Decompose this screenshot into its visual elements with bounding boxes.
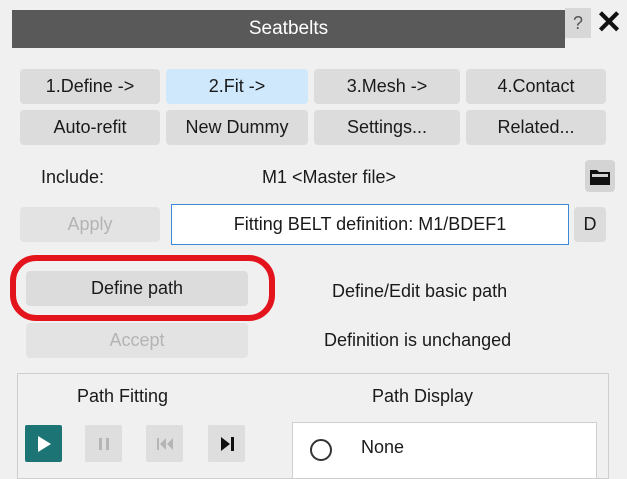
seatbelts-panel: Seatbelts ? ✕ 1.Define -> 2.Fit -> 3.Mes… <box>0 0 627 479</box>
settings-button[interactable]: Settings... <box>314 110 460 145</box>
definition-field[interactable]: Fitting BELT definition: M1/BDEF1 <box>171 204 569 245</box>
d-button[interactable]: D <box>574 207 606 242</box>
window-title: Seatbelts <box>12 10 565 48</box>
skip-back-button[interactable] <box>146 425 183 462</box>
include-label: Include: <box>41 167 105 187</box>
definition-status: Definition is unchanged <box>324 330 512 350</box>
tab-fit[interactable]: 2.Fit -> <box>166 69 308 104</box>
define-path-description: Define/Edit basic path <box>332 281 508 301</box>
accept-button[interactable]: Accept <box>26 323 248 358</box>
auto-refit-button[interactable]: Auto-refit <box>20 110 160 145</box>
step-forward-icon <box>220 436 234 451</box>
skip-back-icon <box>156 437 173 450</box>
new-dummy-button[interactable]: New Dummy <box>166 110 308 145</box>
pause-button[interactable] <box>85 425 122 462</box>
tab-contact[interactable]: 4.Contact <box>466 69 606 104</box>
folder-icon <box>590 170 610 185</box>
play-button[interactable] <box>25 425 62 462</box>
play-icon <box>37 435 51 452</box>
related-button[interactable]: Related... <box>466 110 606 145</box>
path-display-label: Path Display <box>372 386 474 406</box>
definition-text: Fitting BELT definition: M1/BDEF1 <box>233 214 507 234</box>
path-display-options: None <box>292 422 597 479</box>
tab-define[interactable]: 1.Define -> <box>20 69 160 104</box>
close-icon: ✕ <box>595 4 623 40</box>
include-value: M1 <Master file> <box>262 167 397 187</box>
folder-button[interactable] <box>585 160 615 192</box>
help-button[interactable]: ? <box>565 8 591 38</box>
path-fitting-label: Path Fitting <box>77 386 169 406</box>
highlight-annotation <box>10 255 275 321</box>
pause-icon <box>98 437 109 450</box>
close-button[interactable]: ✕ <box>594 2 624 42</box>
apply-button[interactable]: Apply <box>20 207 160 242</box>
step-forward-button[interactable] <box>208 425 245 462</box>
radio-none[interactable] <box>310 439 332 461</box>
radio-none-label: None <box>361 437 405 457</box>
tab-mesh[interactable]: 3.Mesh -> <box>314 69 460 104</box>
